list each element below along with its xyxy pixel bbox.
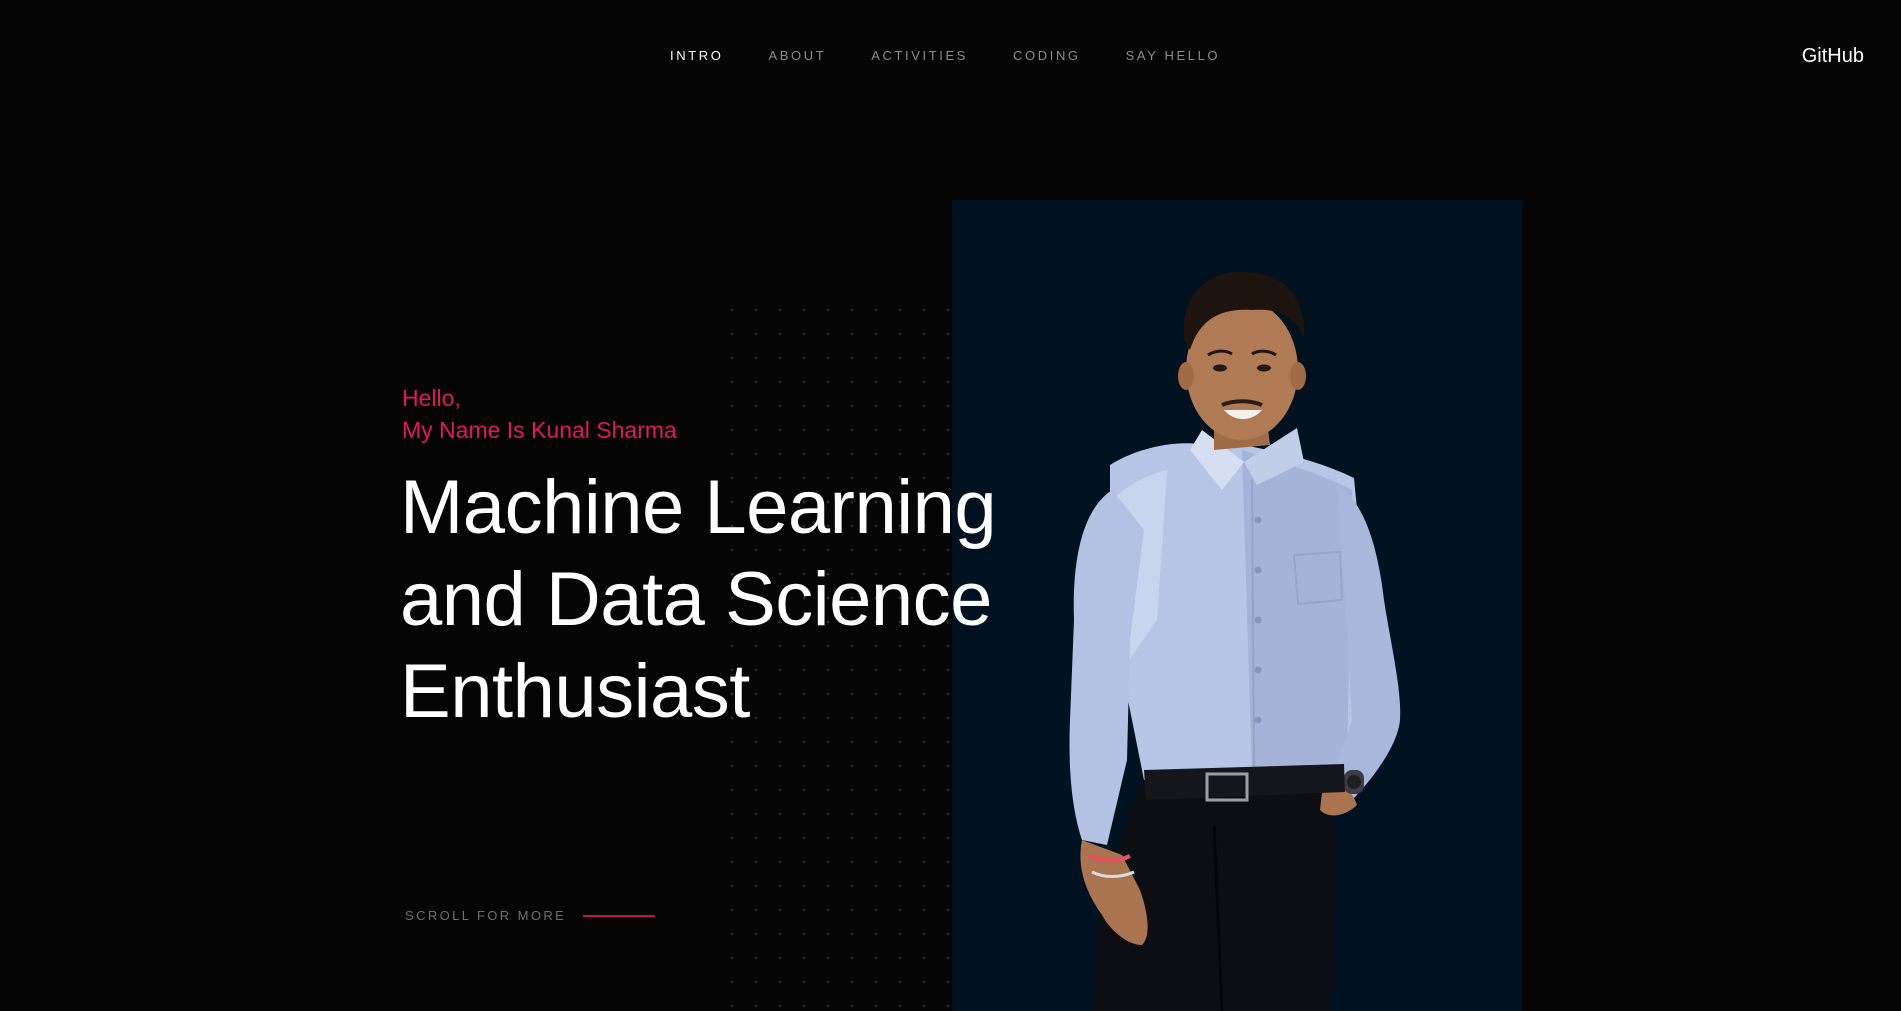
headline-line-1: Machine Learning (400, 465, 997, 550)
scroll-line-decoration (583, 915, 656, 917)
nav-link-activities[interactable]: ACTIVITIES (871, 48, 968, 64)
greeting: Hello, My Name Is Kunal Sharma (402, 382, 677, 446)
headline-line-3: Enthusiast (400, 649, 750, 734)
nav-link-say-hello[interactable]: SAY HELLO (1126, 48, 1220, 64)
top-navigation: INTRO ABOUT ACTIVITIES CODING SAY HELLO … (0, 45, 1901, 67)
nav-link-intro[interactable]: INTRO (670, 48, 723, 64)
greeting-name: My Name Is Kunal Sharma (402, 417, 677, 443)
portfolio-page: INTRO ABOUT ACTIVITIES CODING SAY HELLO … (0, 0, 1901, 1011)
github-link[interactable]: GitHub (1802, 45, 1864, 67)
scroll-label: SCROLL FOR MORE (405, 908, 567, 923)
nav-links: INTRO ABOUT ACTIVITIES CODING SAY HELLO (670, 48, 1220, 64)
headline-line-2: and Data Science (400, 557, 992, 642)
hero-headline: Machine Learning and Data Science Enthus… (400, 462, 1100, 738)
nav-link-about[interactable]: ABOUT (768, 48, 826, 64)
scroll-for-more[interactable]: SCROLL FOR MORE (405, 908, 656, 924)
nav-link-coding[interactable]: CODING (1013, 48, 1081, 64)
greeting-hello: Hello, (402, 385, 461, 411)
